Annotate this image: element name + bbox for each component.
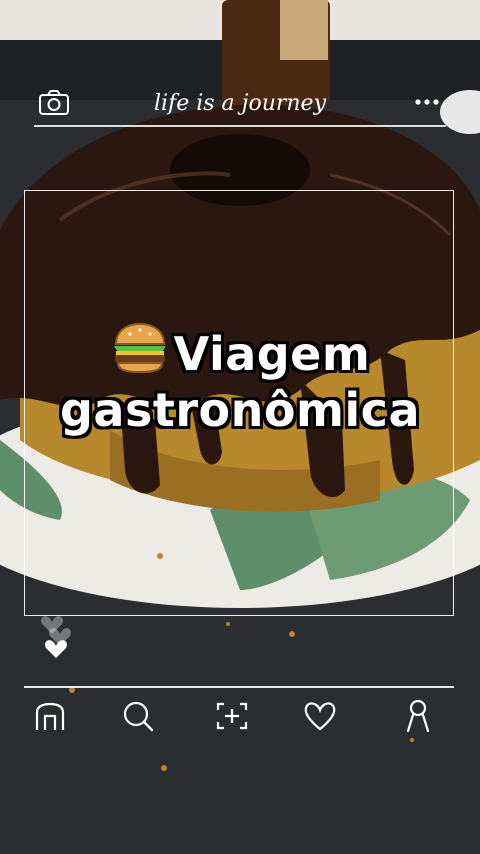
camera-icon[interactable] <box>38 88 70 116</box>
more-dots-icon[interactable] <box>412 94 444 110</box>
title-line-1: Viagem <box>0 320 480 382</box>
home-icon[interactable] <box>28 696 72 736</box>
brand-logo: life is a journey <box>154 91 327 116</box>
title-line-2: gastronômica <box>60 383 420 437</box>
top-divider <box>34 125 446 127</box>
heart-icon <box>45 640 67 658</box>
hamburger-emoji-icon <box>113 322 166 374</box>
heart-outline-icon[interactable] <box>298 696 342 736</box>
profile-icon[interactable] <box>396 696 440 736</box>
reaction-hearts <box>38 606 78 666</box>
top-bar: life is a journey <box>0 80 480 124</box>
search-icon[interactable] <box>116 696 160 736</box>
bottom-divider <box>24 686 454 688</box>
bottom-nav <box>0 696 480 740</box>
story-screen: life is a journey Viagem gastronômica <box>0 0 480 854</box>
post-title: Viagem gastronômica <box>0 320 480 438</box>
svg-text:life is a journey: life is a journey <box>154 91 327 116</box>
add-post-icon[interactable] <box>210 696 254 736</box>
title-text-line-1: Viagem <box>173 327 371 381</box>
